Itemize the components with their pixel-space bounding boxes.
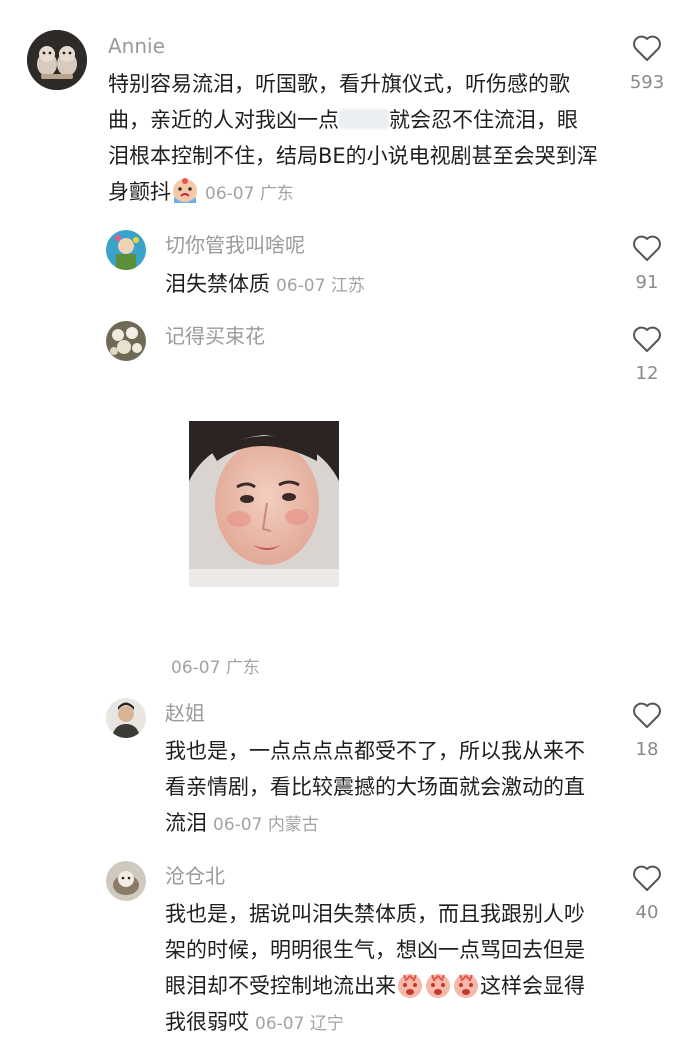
crying-selfie-photo	[189, 421, 339, 587]
flowers-avatar-icon	[106, 321, 146, 361]
crying-face-emoji	[173, 178, 197, 203]
blurred-text	[339, 109, 389, 129]
angry-crying-emoji	[398, 974, 422, 998]
username[interactable]: Annie	[108, 34, 165, 58]
comment-meta: 06-07 广东	[171, 658, 260, 678]
avatar-reply[interactable]	[106, 698, 146, 738]
avatar-annie[interactable]	[27, 30, 87, 90]
comment-text: 特别容易流泪，听国歌，看升旗仪式，听伤感的歌曲，亲近的人对我凶一点 就会忍不住流泪…	[108, 66, 598, 212]
username[interactable]: 记得买束花	[165, 324, 265, 348]
avatar-reply[interactable]	[106, 230, 146, 270]
comment-meta: 06-07 广东	[205, 184, 294, 204]
like-count: 40	[635, 902, 659, 923]
avatar-reply[interactable]	[106, 321, 146, 361]
like-count: 593	[629, 72, 665, 93]
like-count: 18	[635, 739, 659, 760]
like-heart-icon[interactable]	[632, 864, 662, 892]
comment-text: 泪失禁体质 06-07 江苏	[165, 266, 585, 304]
like-count: 91	[635, 272, 659, 293]
like-count: 12	[635, 363, 659, 384]
like-heart-icon[interactable]	[632, 701, 662, 729]
like-heart-icon[interactable]	[632, 234, 662, 262]
person-avatar-icon	[106, 698, 146, 738]
comment-meta: 06-07 辽宁	[255, 1014, 344, 1034]
avatar-reply[interactable]	[106, 861, 146, 901]
cat-avatar-icon	[106, 861, 146, 901]
comment-text: 我也是，据说叫泪失禁体质，而且我跟别人吵架的时候，明明很生气，想凶一点骂回去但是…	[165, 896, 597, 1042]
username[interactable]: 沧仓北	[165, 864, 225, 888]
username[interactable]: 赵姐	[165, 701, 205, 725]
comment-photo[interactable]	[189, 421, 339, 587]
comment-meta: 06-07 江苏	[276, 276, 365, 296]
cat-figurines-icon	[27, 30, 87, 90]
angry-crying-emoji	[426, 974, 450, 998]
comment-meta: 06-07 内蒙古	[213, 815, 319, 835]
like-heart-icon[interactable]	[632, 325, 662, 353]
cartoon-avatar-icon	[106, 230, 146, 270]
like-heart-icon[interactable]	[632, 34, 662, 62]
comment-text: 我也是，一点点点点都受不了，所以我从来不看亲情剧，看比较震撼的大场面就会激动的直…	[165, 733, 597, 843]
angry-crying-emoji	[454, 974, 478, 998]
username[interactable]: 切你管我叫啥呢	[165, 233, 305, 257]
comment-text-part: 泪失禁体质	[165, 272, 270, 296]
